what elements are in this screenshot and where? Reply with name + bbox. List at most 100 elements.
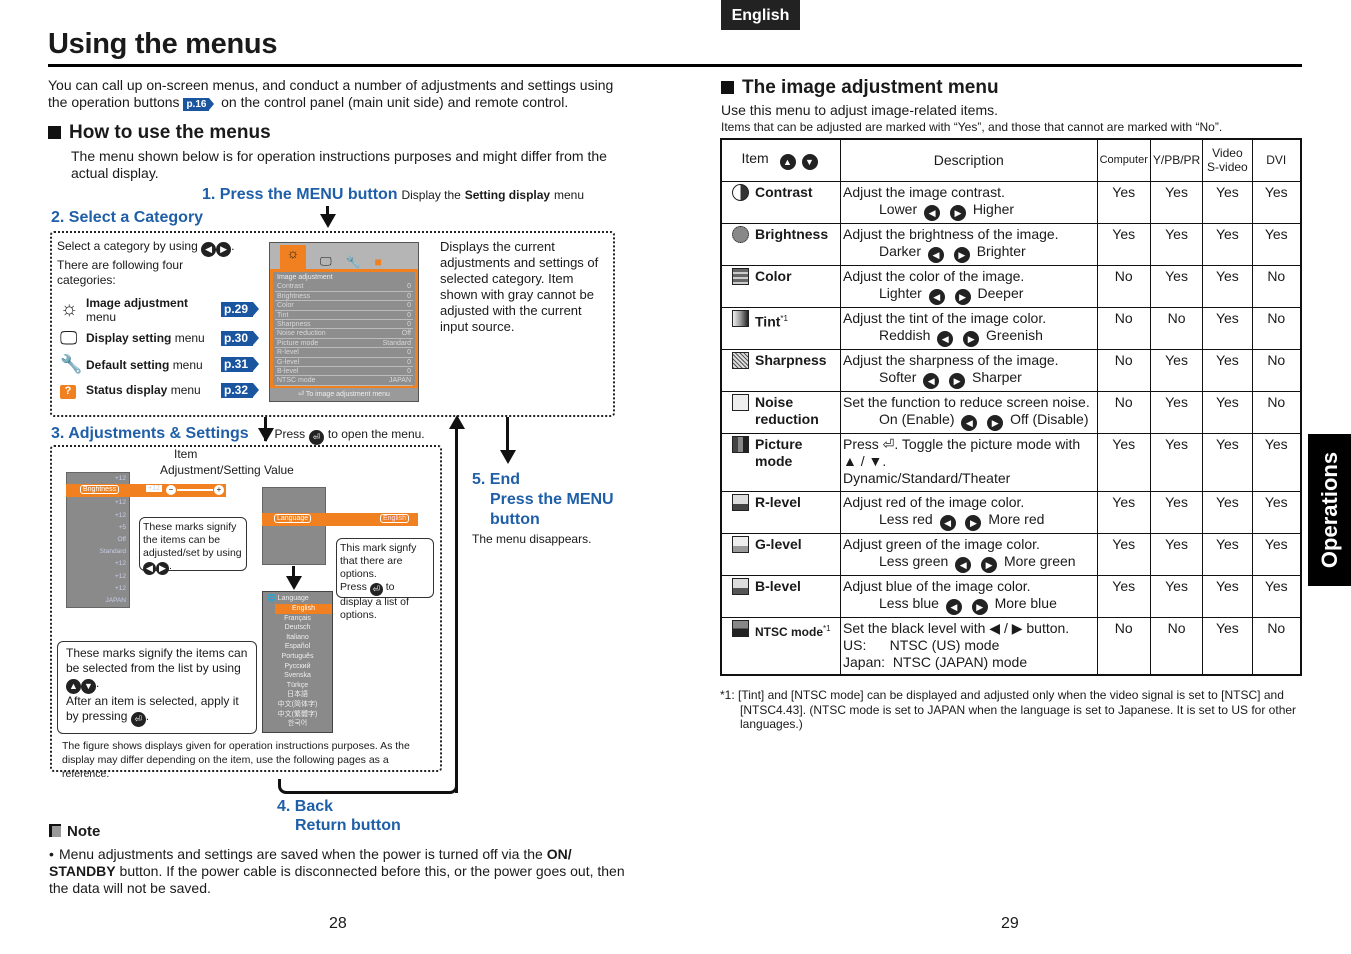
language-option[interactable]: Русский	[263, 662, 332, 672]
table-row: G-level Adjust green of the image color.…	[720, 532, 1302, 576]
video-cell: Yes	[1202, 432, 1253, 492]
osd-tab-default[interactable]: 🔧	[346, 255, 361, 269]
left-button-icon: ◀	[955, 556, 972, 573]
osd-language-row[interactable]: Language English	[262, 513, 418, 526]
category-status-display[interactable]: ? Status display menu p.32	[60, 377, 260, 403]
ypbpr-cell: Yes	[1149, 490, 1204, 534]
description-cell: Adjust the color of the image. Lighter ◀ …	[840, 264, 1098, 308]
category-display-setting[interactable]: 🖵 Display setting menu p.30	[60, 324, 260, 352]
ntsc-mode-icon	[732, 619, 749, 637]
language-option[interactable]: 中文(简体字)	[263, 700, 332, 710]
left-button-icon: ◀	[961, 414, 978, 431]
computer-cell: No	[1096, 264, 1151, 308]
item-cell: R-level	[720, 490, 841, 534]
video-cell: Yes	[1202, 616, 1253, 676]
picture-mode-icon	[732, 435, 749, 453]
callout-adjust: These marks signify the items can be adj…	[139, 517, 247, 575]
note-heading: Note	[49, 823, 100, 840]
page-ref-link[interactable]: p.32	[221, 382, 260, 398]
osd-value: Off	[117, 535, 126, 543]
table-row: Tint*1 Adjust the tint of the image colo…	[720, 306, 1302, 350]
right-button-icon: ▶	[987, 414, 1004, 431]
video-cell: Yes	[1202, 222, 1253, 266]
right-button-icon: ▶	[965, 514, 982, 531]
category-list: ☼ Image adjustment menu p.29 🖵 Display s…	[60, 295, 260, 403]
ypbpr-cell: Yes	[1149, 222, 1204, 266]
col-dvi: DVI	[1251, 138, 1302, 182]
ypbpr-cell: Yes	[1149, 574, 1204, 618]
col-description: Description	[840, 138, 1098, 182]
language-option[interactable]: English	[275, 604, 332, 614]
up-button-icon: ▲	[779, 154, 796, 171]
video-cell: Yes	[1202, 306, 1253, 350]
osd-footer: ⏎ To image adjustment menu	[298, 391, 390, 398]
language-badge: English	[721, 0, 800, 30]
g-level-icon	[732, 535, 749, 553]
b-level-icon	[732, 577, 749, 595]
computer-cell: Yes	[1096, 532, 1151, 576]
description-cell: Adjust the brightness of the image. Darke…	[840, 222, 1098, 266]
title-rule	[48, 64, 1302, 67]
right-text1: Use this menu to adjust image-related it…	[721, 102, 999, 118]
step3-footnote: The figure shows displays given for oper…	[62, 740, 410, 780]
page-ref-link[interactable]: p.16	[183, 98, 215, 111]
osd-tab-status[interactable]: ■	[375, 255, 382, 269]
language-option[interactable]: Svenska	[263, 671, 332, 681]
language-option[interactable]: 한국어	[263, 719, 332, 729]
osd-value: Standard	[99, 548, 126, 556]
osd-row: Sharpness 0	[275, 320, 413, 330]
tint-icon	[732, 309, 749, 327]
video-cell: Yes	[1202, 390, 1253, 434]
col-video: Video S-video	[1202, 138, 1253, 182]
right-button-icon: ▶	[954, 288, 971, 305]
description-cell: Press ⏎. Toggle the picture mode with ▲ …	[840, 432, 1098, 492]
table-row: Contrast Adjust the image contrast. Lower…	[720, 180, 1302, 224]
osd-selected-row[interactable]: Brightness +12 − +	[66, 484, 226, 497]
language-option[interactable]: 日本語	[263, 690, 332, 700]
minus-mark-icon: −	[166, 485, 176, 495]
status-question-icon: ?	[60, 381, 86, 399]
osd-settings-list	[262, 487, 326, 565]
step3: 3. Adjustments & Settings Press ⏎ to ope…	[51, 425, 425, 445]
category-image-adjustment[interactable]: ☼ Image adjustment menu p.29	[60, 295, 260, 324]
language-option[interactable]: 中文(繁體字)	[263, 710, 332, 720]
computer-cell: Yes	[1096, 180, 1151, 224]
left-button-icon: ◀	[945, 598, 962, 615]
osd-tab-image-adjustment[interactable]: ☼	[280, 245, 306, 269]
category-default-setting[interactable]: 🔧 Default setting menu p.31	[60, 352, 260, 377]
page-ref-link[interactable]: p.29	[221, 302, 260, 317]
item-cell: Tint*1	[720, 306, 841, 350]
osd-row: Brightness 0	[275, 292, 413, 302]
page-ref-link[interactable]: p.31	[221, 357, 260, 372]
computer-cell: Yes	[1096, 574, 1151, 618]
video-cell: Yes	[1202, 490, 1253, 534]
language-option[interactable]: Türkçe	[263, 681, 332, 691]
table-row: Brightness Adjust the brightness of the …	[720, 222, 1302, 266]
arrow-up-icon	[449, 415, 465, 429]
step2-label: 2. Select a Category	[51, 209, 204, 226]
value-label: Adjustment/Setting Value	[160, 463, 294, 477]
page-ref-link[interactable]: p.30	[221, 330, 260, 346]
osd-value: +12	[114, 560, 126, 568]
right-button-icon: ▶	[963, 330, 980, 347]
osd-tab-display[interactable]: 🖵	[320, 254, 332, 269]
language-option[interactable]: Português	[263, 652, 332, 662]
arrow-down-icon	[320, 214, 336, 228]
step5: 5. End Press the MENU button The menu di…	[472, 471, 614, 546]
right-button-icon: ▶	[949, 372, 966, 389]
osd-row: NTSC mode JAPAN	[275, 377, 413, 386]
language-option[interactable]: Deutsch	[263, 623, 332, 633]
item-cell: Picture mode	[720, 432, 841, 492]
item-label: Item	[174, 447, 198, 461]
item-cell: Sharpness	[720, 348, 841, 392]
video-cell: Yes	[1202, 574, 1253, 618]
language-option[interactable]: Español	[263, 642, 332, 652]
square-bullet-icon	[721, 81, 734, 94]
r-level-icon	[732, 493, 749, 511]
right-button-icon: ▶	[953, 246, 970, 263]
language-option[interactable]: Italiano	[263, 633, 332, 643]
callout-options: This mark signfy that there are options.…	[336, 538, 434, 621]
language-option[interactable]: Français	[263, 614, 332, 624]
ypbpr-cell: Yes	[1149, 264, 1204, 308]
video-cell: Yes	[1202, 348, 1253, 392]
